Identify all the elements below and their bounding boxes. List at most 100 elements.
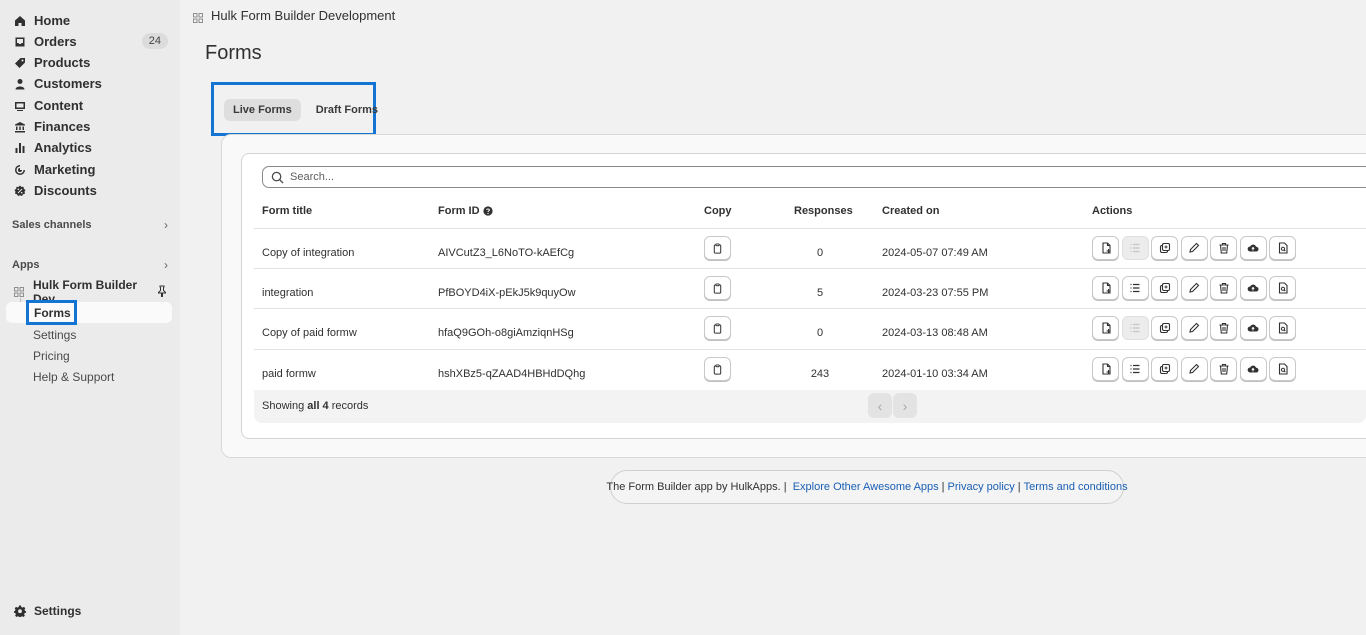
next-page-button[interactable]: ›: [893, 393, 917, 418]
nav-orders[interactable]: Orders 24: [8, 31, 172, 52]
delete-button[interactable]: [1210, 357, 1237, 381]
apps-header[interactable]: Apps ›: [12, 258, 168, 272]
preview-doc-icon: [1278, 282, 1288, 294]
tab-draft-forms[interactable]: Draft Forms: [307, 99, 387, 121]
bank-icon: [14, 121, 26, 133]
form-title-cell[interactable]: integration: [262, 287, 313, 299]
app-grid-icon: [14, 287, 24, 297]
chevron-left-icon: ‹: [877, 397, 883, 414]
delete-button[interactable]: [1210, 316, 1237, 340]
person-icon: [14, 78, 26, 90]
cloud-upload-icon: [1247, 284, 1259, 292]
nav-products[interactable]: Products: [8, 52, 172, 73]
prev-page-button[interactable]: ‹: [868, 393, 892, 418]
page-title: Forms: [205, 42, 262, 64]
tag-icon: [14, 57, 26, 69]
export-button[interactable]: [1092, 357, 1119, 381]
edit-button[interactable]: [1180, 236, 1208, 260]
edit-icon: [1189, 282, 1200, 293]
form-title-cell[interactable]: Copy of paid formw: [262, 327, 357, 339]
export-button[interactable]: [1092, 236, 1119, 260]
delete-button[interactable]: [1210, 276, 1237, 300]
copy-form-id-button[interactable]: [704, 236, 731, 260]
cloud-upload-icon: [1247, 324, 1259, 332]
duplicate-button[interactable]: [1151, 316, 1178, 340]
publish-button[interactable]: [1239, 236, 1267, 260]
search-input[interactable]: [290, 171, 1190, 183]
col-header-created-on[interactable]: Created on: [882, 205, 939, 217]
col-header-responses[interactable]: Responses: [794, 205, 853, 217]
table-divider: [254, 308, 1366, 309]
publish-button[interactable]: [1239, 316, 1267, 340]
copy-form-id-button[interactable]: [704, 357, 731, 381]
col-header-form-id[interactable]: Form ID: [438, 205, 493, 217]
sales-channels-header[interactable]: Sales channels ›: [12, 218, 168, 232]
duplicate-button[interactable]: [1151, 236, 1178, 260]
export-button[interactable]: [1092, 316, 1119, 340]
duplicate-button[interactable]: [1151, 357, 1178, 381]
gear-icon: [14, 605, 26, 617]
created-on-cell: 2024-01-10 03:34 AM: [882, 368, 988, 380]
col-header-copy: Copy: [704, 205, 732, 217]
preview-button[interactable]: [1269, 276, 1296, 300]
sidebar-item-settings[interactable]: Settings: [33, 328, 76, 342]
nav-home[interactable]: Home: [8, 10, 172, 31]
preview-doc-icon: [1278, 363, 1288, 375]
preview-button[interactable]: [1269, 357, 1296, 381]
col-header-form-title[interactable]: Form title: [262, 205, 312, 217]
form-title-cell[interactable]: Copy of integration: [262, 247, 354, 259]
form-title-cell[interactable]: paid formw: [262, 368, 316, 380]
nav-orders-label: Orders: [34, 34, 77, 49]
publish-button[interactable]: [1239, 276, 1267, 300]
responses-list-button[interactable]: [1121, 276, 1149, 300]
copy-form-id-button[interactable]: [704, 316, 731, 340]
clipboard-icon: [713, 322, 722, 334]
preview-button[interactable]: [1269, 236, 1296, 260]
terms-link[interactable]: Terms and conditions: [1024, 481, 1128, 493]
responses-cell: 0: [816, 327, 824, 339]
copy-form-id-button[interactable]: [704, 276, 731, 300]
edit-button[interactable]: [1180, 357, 1208, 381]
clipboard-icon: [713, 282, 722, 294]
duplicate-icon: [1159, 282, 1170, 294]
export-button[interactable]: [1092, 276, 1119, 300]
help-circle-icon[interactable]: [482, 206, 493, 216]
sidebar-item-pricing[interactable]: Pricing: [33, 349, 70, 363]
nav-finances-label: Finances: [34, 119, 91, 134]
delete-button[interactable]: [1210, 236, 1237, 260]
app-hulk-form-builder[interactable]: Hulk Form Builder Dev...: [14, 278, 170, 306]
preview-button[interactable]: [1269, 316, 1296, 340]
edit-button[interactable]: [1180, 276, 1208, 300]
responses-list-button[interactable]: [1121, 357, 1149, 381]
clipboard-icon: [713, 242, 722, 254]
pin-icon[interactable]: [156, 285, 168, 300]
responses-cell: 0: [816, 247, 824, 259]
nav-marketing[interactable]: Marketing: [8, 159, 172, 180]
nav-finances[interactable]: Finances: [8, 116, 172, 137]
form-id-cell: AIVCutZ3_L6NoTO-kAEfCg: [438, 247, 575, 259]
separator: |: [941, 481, 945, 493]
privacy-policy-link[interactable]: Privacy policy: [948, 481, 1015, 493]
duplicate-button[interactable]: [1151, 276, 1178, 300]
bar-chart-icon: [14, 142, 26, 154]
sidebar-item-help-support[interactable]: Help & Support: [33, 370, 114, 384]
preview-doc-icon: [1278, 242, 1288, 254]
responses-list-button[interactable]: [1121, 316, 1149, 340]
responses-list-button[interactable]: [1121, 236, 1149, 260]
apps-label: Apps: [12, 259, 40, 271]
preview-doc-icon: [1278, 322, 1288, 334]
tab-live-forms[interactable]: Live Forms: [224, 99, 301, 121]
nav-content[interactable]: Content: [8, 95, 172, 116]
edit-button[interactable]: [1180, 316, 1208, 340]
sidebar-settings[interactable]: Settings: [14, 604, 81, 618]
nav-customers[interactable]: Customers: [8, 73, 172, 94]
search-box[interactable]: [262, 166, 1366, 188]
publish-button[interactable]: [1239, 357, 1267, 381]
list-icon: [1130, 364, 1140, 374]
clipboard-icon: [713, 363, 722, 375]
nav-analytics[interactable]: Analytics: [8, 137, 172, 158]
nav-discounts[interactable]: Discounts: [8, 180, 172, 201]
target-icon: [14, 164, 26, 176]
explore-apps-link[interactable]: Explore Other Awesome Apps: [793, 481, 939, 493]
responses-cell: 5: [816, 287, 824, 299]
